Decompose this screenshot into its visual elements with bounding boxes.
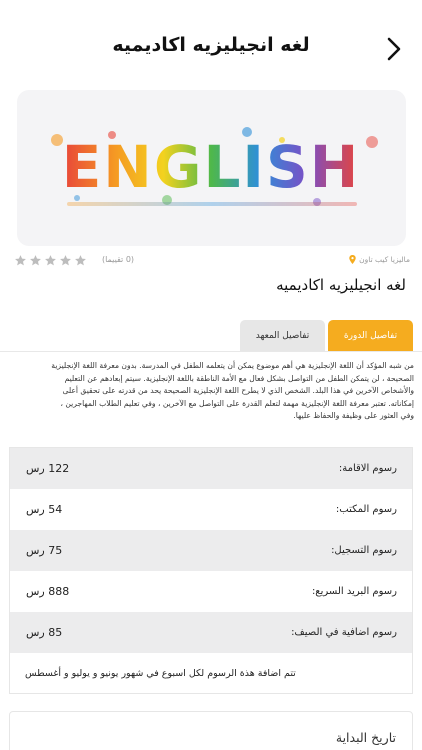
star-icon (30, 255, 41, 266)
course-banner-image: ENGLISH (17, 90, 406, 246)
description-line: من شبه المؤكد أن اللغة الإنجليزية هي أهم… (51, 361, 414, 370)
fee-value: 85 رس (26, 626, 63, 639)
description-line: وفي العثور على وظيفة والحفاظ عليها. (293, 411, 414, 420)
fee-value: 75 رس (26, 544, 63, 557)
svg-text:ENGLISH: ENGLISH (62, 133, 361, 201)
fee-label: رسوم المكتب: (335, 504, 397, 515)
rating-count: (0 تقييما) (102, 255, 135, 264)
tab-bar: تفاصيل الدورة تفاصيل المعهد (240, 320, 413, 351)
fee-label: رسوم الاقامة: (338, 463, 397, 474)
course-description: من شبه المؤكد أن اللغة الإنجليزية هي أهم… (14, 360, 414, 423)
course-meta: (0 تقييما) ماليزيا كيب تاون (14, 254, 410, 268)
fee-row-registration: رسوم التسجيل: 75 رس (10, 530, 412, 571)
location-pin-icon (349, 255, 356, 264)
star-icon (60, 255, 71, 266)
chevron-right-icon[interactable] (382, 36, 406, 62)
fee-label: رسوم التسجيل: (331, 545, 397, 556)
fee-row-express-mail: رسوم البريد السريع: 888 رس (10, 571, 412, 612)
fee-row-office: رسوم المكتب: 54 رس (10, 489, 412, 530)
fee-row-accommodation: رسوم الاقامة: 122 رس (10, 448, 412, 489)
divider (0, 351, 422, 352)
location-text: ماليزيا كيب تاون (359, 255, 410, 264)
start-date-card[interactable]: تاريخ البداية (9, 711, 413, 750)
fee-label: رسوم اضافية في الصيف: (291, 627, 397, 638)
tab-institute-details[interactable]: تفاصيل المعهد (240, 320, 325, 351)
fee-label: رسوم البريد السريع: (311, 586, 397, 597)
page-title: لغه انجيليزيه اكاديميه (112, 34, 310, 56)
star-icon (45, 255, 56, 266)
star-icon (15, 255, 26, 266)
fees-table: رسوم الاقامة: 122 رس رسوم المكتب: 54 رس … (9, 447, 413, 694)
tab-course-details[interactable]: تفاصيل الدورة (328, 320, 413, 351)
location: ماليزيا كيب تاون (349, 255, 410, 264)
description-line: والأشخاص الآخرين في هذا البلد. الشخص الذ… (62, 386, 414, 395)
rating-stars (14, 254, 87, 268)
fee-value: 888 رس (26, 585, 70, 598)
course-title: لغه انجيليزيه اكاديميه (276, 276, 406, 294)
description-line: الصحيحة ، لن يتمكن الطفل من التواصل بشكل… (64, 373, 414, 383)
fee-value: 122 رس (26, 462, 70, 475)
fee-value: 54 رس (26, 503, 63, 516)
fees-note: تتم اضافة هذة الرسوم لكل اسبوع في شهور ي… (25, 667, 296, 679)
star-icon (75, 255, 86, 266)
app-header: لغه انجيليزيه اكاديميه (0, 0, 422, 88)
start-date-title: تاريخ البداية (335, 730, 396, 745)
fee-row-summer-extra: رسوم اضافية في الصيف: 85 رس (10, 612, 412, 653)
description-line: إمكاناته. تعتبر معرفة اللغة الإنجليزية م… (60, 398, 414, 408)
